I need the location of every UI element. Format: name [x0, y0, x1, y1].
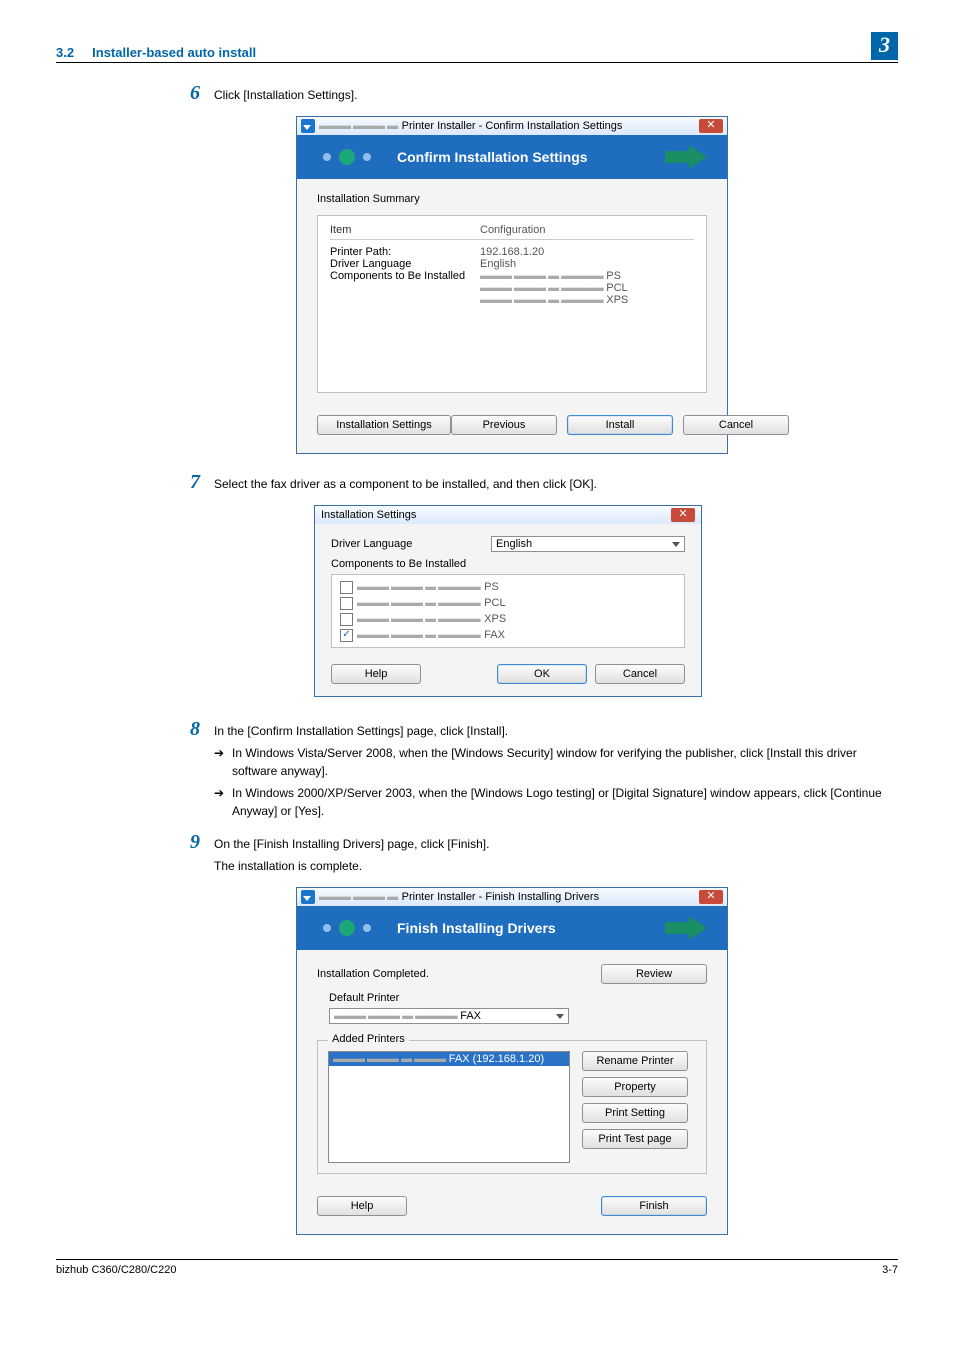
driver-language-label: Driver Language: [331, 538, 491, 550]
previous-button[interactable]: Previous: [451, 415, 557, 435]
arrow-right-icon: ➔: [214, 744, 232, 780]
help-button[interactable]: Help: [331, 664, 421, 684]
step-8-sub2: In Windows 2000/XP/Server 2003, when the…: [232, 784, 898, 820]
print-setting-button[interactable]: Print Setting: [582, 1103, 688, 1123]
driver-language-select[interactable]: English: [491, 536, 685, 552]
help-button[interactable]: Help: [317, 1196, 407, 1216]
checkbox-ps[interactable]: [340, 581, 353, 594]
footer-right: 3-7: [882, 1264, 898, 1276]
col-item: Item: [330, 224, 480, 236]
chevron-down-icon: [556, 1014, 564, 1019]
component-pcl: PCL: [606, 282, 627, 294]
install-button[interactable]: Install: [567, 415, 673, 435]
step-8-sub1: In Windows Vista/Server 2008, when the […: [232, 744, 898, 780]
section-title: Installer-based auto install: [92, 45, 256, 60]
step-7-text: Select the fax driver as a component to …: [214, 475, 898, 493]
banner-title: Finish Installing Drivers: [397, 920, 556, 936]
step-number-6: 6: [166, 83, 214, 108]
review-button[interactable]: Review: [601, 964, 707, 984]
components-label: Components to Be Installed: [331, 558, 685, 570]
installation-completed-label: Installation Completed.: [317, 968, 429, 980]
step-number-9: 9: [166, 832, 214, 879]
printer-path-value: 192.168.1.20: [480, 246, 694, 258]
component-pcl-label: PCL: [484, 595, 505, 611]
arrow-right-icon: [665, 143, 709, 171]
cancel-button[interactable]: Cancel: [595, 664, 685, 684]
rename-printer-button[interactable]: Rename Printer: [582, 1051, 688, 1071]
close-icon[interactable]: ✕: [699, 119, 723, 133]
driver-lang-value: English: [480, 258, 694, 270]
installer-icon: [301, 119, 315, 133]
installation-summary-list: Item Configuration Printer Path: 192.168…: [317, 215, 707, 393]
added-printers-label: Added Printers: [328, 1033, 409, 1045]
component-ps-label: PS: [484, 579, 499, 595]
ok-button[interactable]: OK: [497, 664, 587, 684]
added-printer-item: FAX (192.168.1.20): [449, 1053, 544, 1065]
dialog-titlebar: ▬▬▬ ▬▬▬ ▬ Printer Installer - Confirm In…: [297, 117, 727, 135]
component-fax-label: FAX: [484, 627, 505, 643]
footer-left: bizhub C360/C280/C220: [56, 1264, 176, 1276]
checkbox-pcl[interactable]: [340, 597, 353, 610]
print-test-page-button[interactable]: Print Test page: [582, 1129, 688, 1149]
arrow-right-icon: [665, 914, 709, 942]
default-printer-value: FAX: [460, 1010, 481, 1022]
installer-icon: [301, 890, 315, 904]
installation-settings-dialog: Installation Settings ✕ Driver Language …: [314, 505, 702, 697]
checkbox-fax[interactable]: ✓: [340, 629, 353, 642]
dialog-banner: Finish Installing Drivers: [297, 906, 727, 950]
dialog-banner: Confirm Installation Settings: [297, 135, 727, 179]
col-config: Configuration: [480, 224, 694, 236]
component-xps-label: XPS: [484, 611, 506, 627]
finish-installing-dialog: ▬▬▬ ▬▬▬ ▬ Printer Installer - Finish Ins…: [296, 887, 728, 1235]
finish-button[interactable]: Finish: [601, 1196, 707, 1216]
step-9-text2: The installation is complete.: [214, 857, 898, 875]
dialog-title: Printer Installer - Confirm Installation…: [402, 120, 623, 132]
close-icon[interactable]: ✕: [699, 890, 723, 904]
banner-title: Confirm Installation Settings: [397, 149, 588, 165]
step-number-8: 8: [166, 719, 214, 824]
installation-settings-button[interactable]: Installation Settings: [317, 415, 451, 435]
component-xps: XPS: [606, 294, 628, 306]
property-button[interactable]: Property: [582, 1077, 688, 1097]
section-header: 3.2 Installer-based auto install: [56, 45, 256, 60]
confirm-installation-dialog: ▬▬▬ ▬▬▬ ▬ Printer Installer - Confirm In…: [296, 116, 728, 454]
step-number-7: 7: [166, 472, 214, 497]
added-printers-list[interactable]: ▬▬▬ ▬▬▬ ▬ ▬▬▬ FAX (192.168.1.20): [328, 1051, 570, 1163]
step-6-text: Click [Installation Settings].: [214, 86, 898, 104]
close-icon[interactable]: ✕: [671, 508, 695, 522]
step-9-text: On the [Finish Installing Drivers] page,…: [214, 835, 898, 853]
default-printer-select[interactable]: ▬▬▬ ▬▬▬ ▬ ▬▬▬▬ FAX: [329, 1008, 569, 1024]
driver-lang-label: Driver Language: [330, 258, 480, 270]
component-ps: PS: [606, 270, 621, 282]
chapter-badge: 3: [871, 32, 898, 60]
installation-summary-label: Installation Summary: [317, 193, 707, 205]
printer-path-label: Printer Path:: [330, 246, 480, 258]
dialog3-title: Printer Installer - Finish Installing Dr…: [402, 891, 599, 903]
arrow-right-icon: ➔: [214, 784, 232, 820]
default-printer-label: Default Printer: [329, 992, 707, 1004]
components-label: Components to Be Installed: [330, 270, 480, 306]
driver-language-value: English: [496, 538, 532, 550]
components-checkbox-group: ▬▬▬ ▬▬▬ ▬ ▬▬▬▬ PS ▬▬▬ ▬▬▬ ▬ ▬▬▬▬ PCL ▬▬▬…: [331, 574, 685, 648]
chevron-down-icon: [672, 542, 680, 547]
step-8-text: In the [Confirm Installation Settings] p…: [214, 722, 898, 740]
dialog-titlebar: ▬▬▬ ▬▬▬ ▬ Printer Installer - Finish Ins…: [297, 888, 727, 906]
checkbox-xps[interactable]: [340, 613, 353, 626]
section-number: 3.2: [56, 45, 74, 60]
dialog2-title: Installation Settings: [321, 509, 416, 521]
cancel-button[interactable]: Cancel: [683, 415, 789, 435]
